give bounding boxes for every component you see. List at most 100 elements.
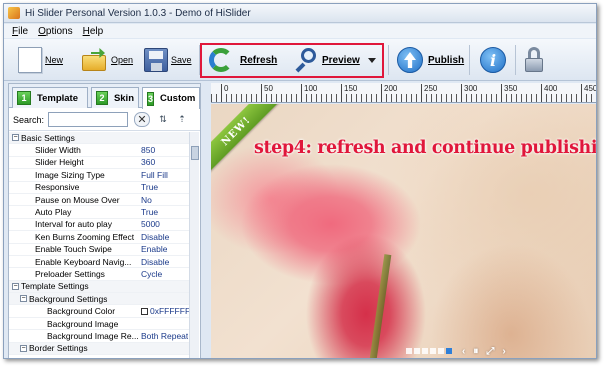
collapse-icon[interactable]: − xyxy=(12,282,19,290)
collapse-icon[interactable]: − xyxy=(12,134,19,142)
property-name: Background Color xyxy=(47,306,116,317)
fullscreen-icon[interactable]: ⤢ xyxy=(486,346,494,357)
property-row[interactable]: Interval for auto play 5000 xyxy=(9,219,192,232)
info-button[interactable]: i xyxy=(480,43,506,77)
ruler-major-tick xyxy=(221,84,222,102)
property-value[interactable]: Cycle xyxy=(141,269,162,279)
property-value[interactable]: 850 xyxy=(141,145,155,155)
property-row[interactable]: Background Image Re... Both Repeat xyxy=(9,330,192,343)
next-arrow-icon[interactable]: › xyxy=(502,346,505,357)
ruler-label: 300 xyxy=(464,84,478,93)
property-name: Template Settings xyxy=(21,281,89,292)
property-name: Image Sizing Type xyxy=(35,169,105,180)
ruler-label: 350 xyxy=(504,84,518,93)
search-label: Search: xyxy=(13,114,45,125)
property-value[interactable]: True xyxy=(141,182,158,192)
property-value[interactable]: 0xFFFFFF xyxy=(141,306,190,316)
property-section[interactable]: − Basic Settings xyxy=(9,132,192,145)
ruler-label: 0 xyxy=(224,84,229,93)
property-row[interactable]: Auto Play True xyxy=(9,206,192,219)
menu-label: elp xyxy=(89,25,104,37)
slide-dot[interactable] xyxy=(430,348,436,354)
pause-icon[interactable]: ⏸ xyxy=(473,346,478,357)
property-row[interactable]: Ken Burns Zooming Effect Disable xyxy=(9,231,192,244)
sort-ascending-icon[interactable]: ⇅ xyxy=(157,114,169,126)
tab-skin[interactable]: 2 Skin xyxy=(91,87,139,108)
info-icon: i xyxy=(480,47,506,73)
property-row[interactable]: Slider Width 850 xyxy=(9,144,192,157)
slider-preview[interactable]: NEW! step4: refresh and continue publish… xyxy=(211,104,597,358)
slide-dot[interactable] xyxy=(414,348,420,354)
property-name: Enable Keyboard Navig... xyxy=(35,256,132,267)
ruler-major-tick xyxy=(381,84,382,102)
property-value-text: Disable xyxy=(141,256,170,267)
property-value[interactable]: Enable xyxy=(141,244,167,254)
menu-file[interactable]: File xyxy=(12,26,28,37)
panel-tabs: 1 Template 2 Skin 3 Custom xyxy=(9,84,200,109)
property-section[interactable]: − Template Settings xyxy=(9,280,192,294)
property-row[interactable]: Pause on Mouse Over No xyxy=(9,194,192,207)
property-row[interactable]: Image Sizing Type Full Fill xyxy=(9,169,192,182)
property-row[interactable]: Responsive True xyxy=(9,182,192,194)
lock-button[interactable] xyxy=(525,43,543,77)
window-title: Hi Slider Personal Version 1.0.3 - Demo … xyxy=(25,7,251,19)
tab-custom[interactable]: 3 Custom xyxy=(142,87,200,109)
property-section[interactable]: − Background Settings xyxy=(9,293,192,306)
property-value-text: No xyxy=(141,194,152,205)
scroll-thumb[interactable] xyxy=(191,146,199,160)
slide-dot[interactable] xyxy=(406,348,412,354)
step-caption: step4: refresh and continue publishing xyxy=(254,138,597,158)
ruler-label: 450 xyxy=(584,84,597,93)
property-row[interactable]: Background Image xyxy=(9,318,192,331)
property-name: Responsive xyxy=(35,182,80,193)
sort-category-icon[interactable]: ⇡ xyxy=(176,114,188,126)
title-bar[interactable]: Hi Slider Personal Version 1.0.3 - Demo … xyxy=(4,4,596,23)
horizontal-ruler: 0 50 100 150 200 250 300 350 400 450 xyxy=(211,83,597,103)
property-grid: − Basic Settings Slider Width 850 Slider Hei… xyxy=(9,132,192,358)
property-name: Background Image Re... xyxy=(47,330,139,341)
collapse-icon[interactable]: − xyxy=(20,344,27,352)
ruler-major-tick xyxy=(261,84,262,102)
collapse-icon[interactable]: − xyxy=(20,295,27,303)
property-name: Border Settings xyxy=(29,343,88,354)
property-name: Auto Play xyxy=(35,207,72,218)
app-icon xyxy=(8,7,20,19)
ruler-label: 50 xyxy=(264,84,273,93)
slide-dot[interactable] xyxy=(446,348,452,354)
property-row[interactable]: Preloader Settings Cycle xyxy=(9,268,192,281)
previous-arrow-icon[interactable]: ‹ xyxy=(462,346,465,357)
property-section[interactable]: − Border Settings xyxy=(9,342,192,356)
slide-dot[interactable] xyxy=(422,348,428,354)
ruler-major-tick xyxy=(541,84,542,102)
property-value[interactable]: Both Repeat xyxy=(141,331,188,341)
property-value[interactable]: True xyxy=(141,207,158,217)
property-row[interactable]: Enable Touch Swipe Enable xyxy=(9,244,192,256)
property-row[interactable]: Background Color 0xFFFFFF xyxy=(9,305,192,318)
property-value[interactable]: 360 xyxy=(141,157,155,167)
save-label: Save xyxy=(171,55,192,65)
menu-options[interactable]: Options xyxy=(38,26,72,37)
property-value[interactable]: Full Fill xyxy=(141,170,168,180)
search-input[interactable] xyxy=(48,112,129,127)
property-value[interactable]: 5000 xyxy=(141,219,160,229)
menu-help[interactable]: Help xyxy=(83,26,104,37)
property-value[interactable]: Disable xyxy=(141,232,169,242)
property-value-text: Disable xyxy=(141,231,170,242)
property-value[interactable]: Disable xyxy=(141,257,169,267)
open-button[interactable]: Open xyxy=(82,43,133,77)
tab-number-icon: 2 xyxy=(96,91,108,105)
property-row[interactable]: Slider Height 360 xyxy=(9,157,192,170)
property-row[interactable]: Enable Keyboard Navig... Disable xyxy=(9,256,192,269)
publish-button[interactable]: Publish xyxy=(397,43,464,77)
slide-dot[interactable] xyxy=(438,348,444,354)
property-name: Preloader Settings xyxy=(35,268,105,279)
color-swatch-icon xyxy=(141,308,148,316)
clear-search-icon[interactable]: ✕ xyxy=(134,112,151,127)
save-button[interactable]: Save xyxy=(144,43,192,77)
tab-template[interactable]: 1 Template xyxy=(12,87,88,108)
property-name: Ken Burns Zooming Effect xyxy=(35,231,135,242)
property-value[interactable]: No xyxy=(141,195,152,205)
new-button[interactable]: New xyxy=(18,43,63,77)
property-scrollbar[interactable] xyxy=(189,132,199,358)
toolbar-separator xyxy=(515,45,516,75)
